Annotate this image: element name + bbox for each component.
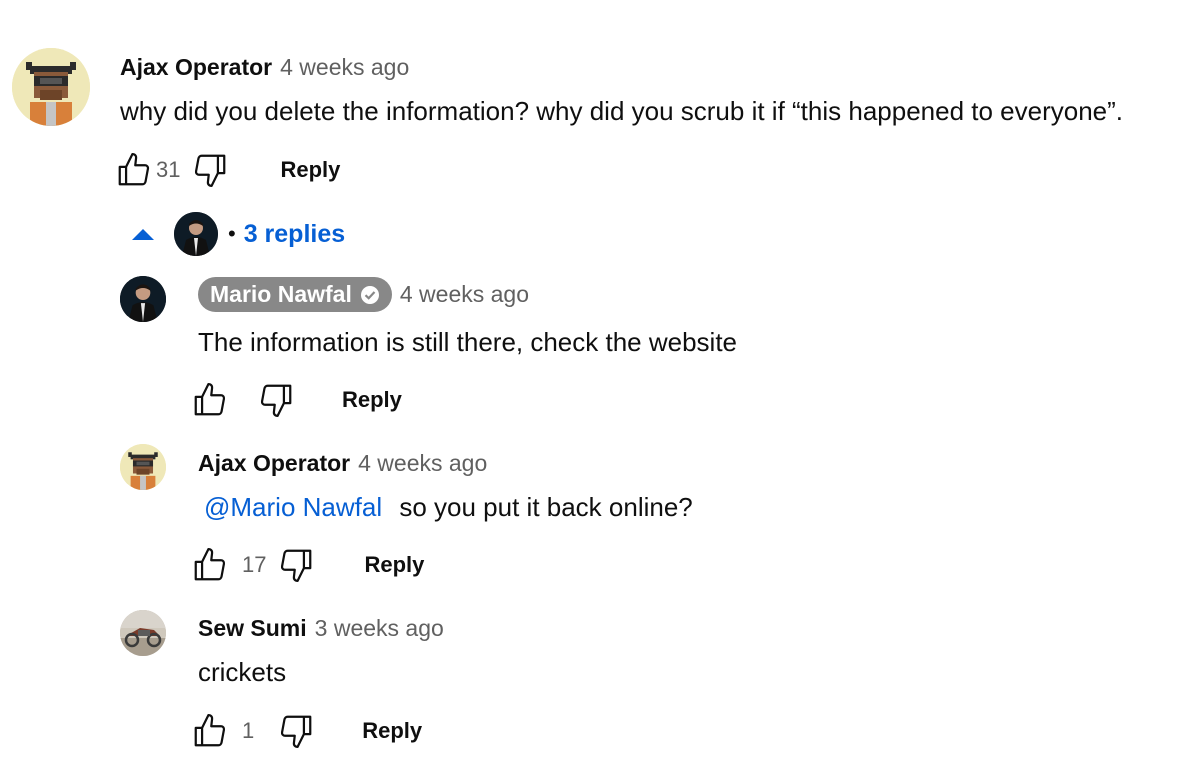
like-button[interactable] [190,545,230,585]
reply-author[interactable]: Ajax Operator [198,450,350,477]
reply-author[interactable]: Sew Sumi [198,615,307,642]
reply-actions: Reply [190,380,402,420]
reply-text: crickets [198,657,287,687]
reply-timestamp[interactable]: 4 weeks ago [358,450,487,477]
dislike-button[interactable] [190,150,230,190]
reply-author: Mario Nawfal [210,281,352,307]
like-button[interactable] [190,711,230,751]
reply-header: Sew Sumi 3 weeks ago [198,615,444,642]
reply-header: Ajax Operator 4 weeks ago [198,450,487,477]
mention-link[interactable]: @Mario Nawfal [204,492,382,522]
creator-author-badge[interactable]: Mario Nawfal [198,277,392,312]
dislike-button[interactable] [276,711,316,751]
dislike-button[interactable] [256,380,296,420]
person-avatar-icon [120,276,166,322]
dislike-button[interactable] [276,545,316,585]
thumbs-up-icon [118,153,150,186]
comment-top: Ajax Operator 4 weeks ago why did you de… [0,0,1200,200]
thumbs-up-icon [194,548,226,581]
like-button[interactable] [190,380,230,420]
sew-sumi-avatar[interactable] [120,610,166,656]
like-button[interactable] [114,150,154,190]
like-count: 1 [242,718,255,743]
replies-separator: • [228,221,236,246]
reply-button[interactable]: Reply [364,552,424,578]
replies-count[interactable]: 3 replies [244,220,345,249]
comment-timestamp[interactable]: 4 weeks ago [280,54,409,81]
reply-text: so you put it back online? [399,492,693,522]
reply-text-line: @Mario Nawfal so you put it back online? [204,492,693,523]
person-avatar-icon [174,212,218,256]
reply-timestamp[interactable]: 4 weeks ago [400,281,529,308]
reply-header: Mario Nawfal 4 weeks ago [198,277,529,312]
reply-timestamp[interactable]: 3 weeks ago [315,615,444,642]
pixel-bull-avatar-icon [120,444,166,490]
comment-header: Ajax Operator 4 weeks ago [120,54,409,81]
ajax-operator-avatar[interactable] [120,444,166,490]
thumbs-down-icon [260,384,292,417]
mario-nawfal-avatar[interactable] [120,276,166,322]
thumbs-up-icon [194,714,226,747]
replies-toggle[interactable]: • 3 replies [130,210,345,258]
reply-button[interactable]: Reply [362,718,422,744]
chevron-up-icon [132,229,154,240]
replier-avatar [174,212,218,256]
motorcycle-photo-avatar-icon [120,610,166,656]
ajax-operator-avatar[interactable] [12,48,90,126]
like-count: 17 [242,552,267,577]
pixel-bull-avatar-icon [12,48,90,126]
comment-text: why did you delete the information? why … [120,96,1124,126]
reply-button[interactable]: Reply [342,387,402,413]
verified-check-icon [360,285,379,304]
comment-author[interactable]: Ajax Operator [120,54,272,81]
thumbs-down-icon [195,154,226,187]
reply-text: The information is still there, check th… [198,327,738,357]
thumbs-down-icon [281,715,312,748]
thumbs-down-icon [281,549,312,582]
thumbs-up-icon [194,383,226,416]
reply-actions: 1 Reply [190,711,422,751]
reply-button[interactable]: Reply [280,157,340,183]
like-count: 31 [156,157,181,182]
reply-actions: 17 Reply [190,545,424,585]
comment-actions: 31 Reply [114,150,340,190]
